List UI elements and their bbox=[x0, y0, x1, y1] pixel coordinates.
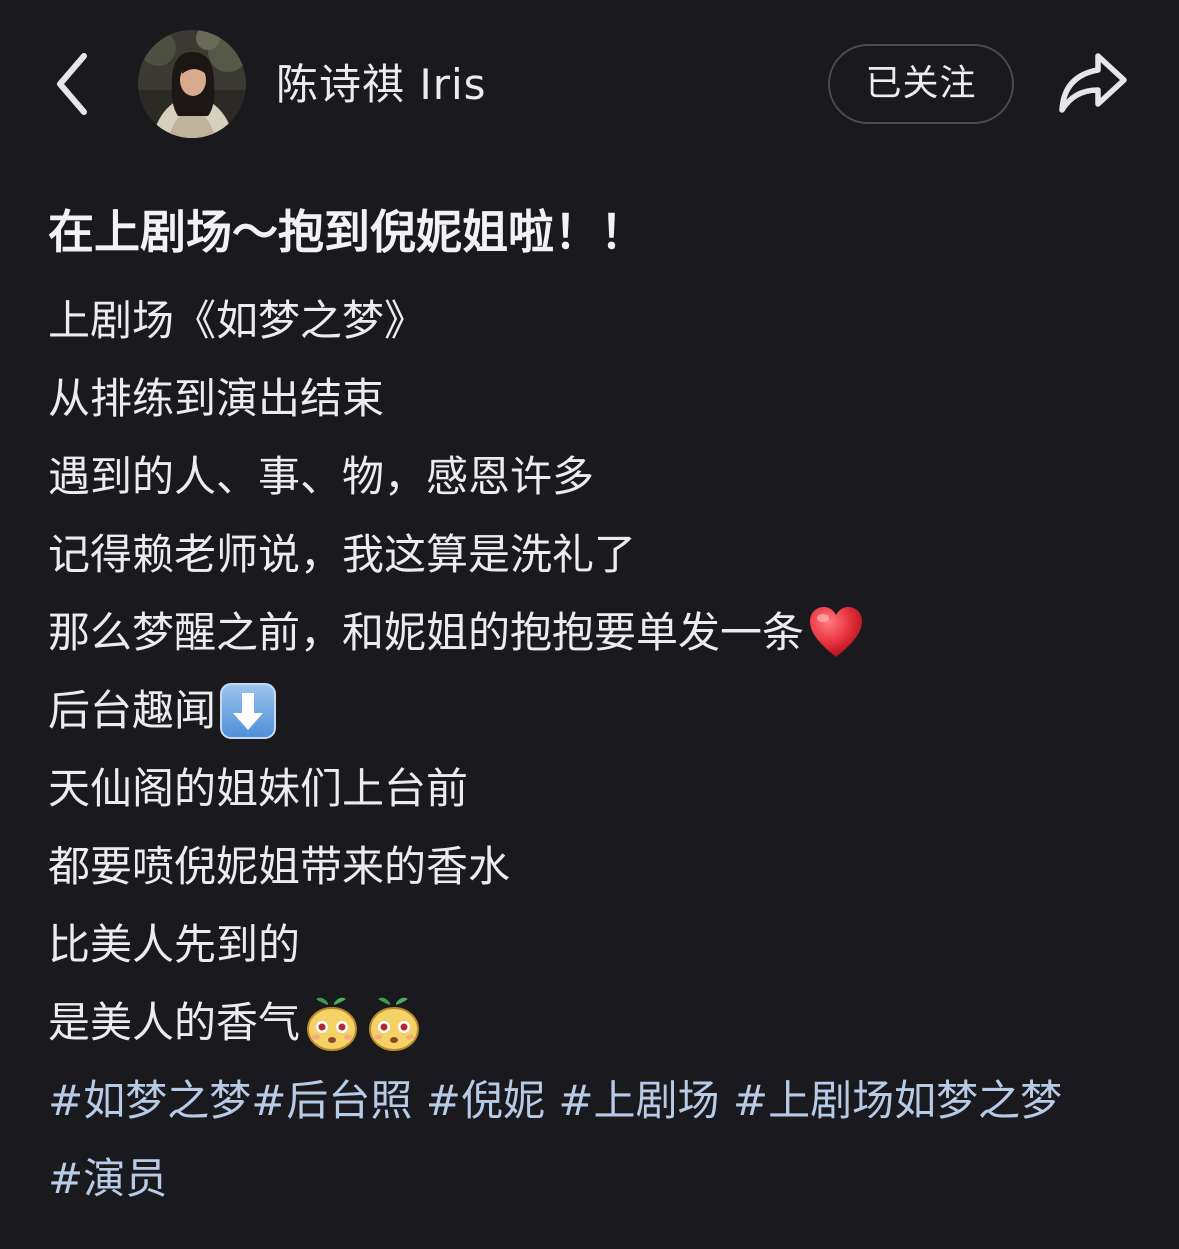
post-line: 天仙阁的姐妹们上台前 bbox=[48, 764, 469, 813]
post-title: 在上剧场～抱到倪妮姐啦！！ bbox=[48, 205, 646, 259]
red-heart-emoji bbox=[806, 603, 866, 663]
post-line: 那么梦醒之前，和妮姐的抱抱要单发一条 bbox=[48, 594, 1138, 672]
share-arrow-icon bbox=[1059, 53, 1127, 113]
post-line: 上剧场《如梦之梦》 bbox=[48, 296, 427, 345]
avatar[interactable] bbox=[138, 30, 246, 138]
post-line: 后台趣闻 bbox=[48, 672, 1138, 750]
post-line: 从排练到演出结束 bbox=[48, 374, 385, 423]
post-line: 记得赖老师说，我这算是洗礼了 bbox=[48, 530, 637, 579]
post-line: 是美人的香气 bbox=[48, 984, 1138, 1062]
post-line: 都要喷倪妮姐带来的香水 bbox=[48, 842, 511, 891]
follow-button[interactable]: 已关注 bbox=[828, 44, 1014, 124]
hashtag-link[interactable]: #上剧场如梦之梦 bbox=[733, 1076, 1062, 1125]
chevron-left-icon bbox=[57, 53, 87, 115]
hashtag-link[interactable]: #演员 bbox=[48, 1154, 167, 1203]
post-body: 在上剧场～抱到倪妮姐啦！！ 上剧场《如梦之梦》 从排练到演出结束 遇到的人、事、… bbox=[48, 196, 1138, 1218]
username[interactable]: 陈诗祺 Iris bbox=[276, 56, 487, 114]
sprout-face-emoji bbox=[364, 993, 424, 1053]
hashtag-link[interactable]: #后台照 bbox=[251, 1076, 412, 1125]
hashtag-link[interactable]: #倪妮 bbox=[426, 1076, 545, 1125]
back-button[interactable] bbox=[44, 44, 104, 124]
post-line: 遇到的人、事、物，感恩许多 bbox=[48, 452, 595, 501]
hashtag-link[interactable]: #上剧场 bbox=[558, 1076, 719, 1125]
sprout-face-emoji bbox=[302, 993, 362, 1053]
hashtag-link[interactable]: #如梦之梦 bbox=[48, 1076, 251, 1125]
down-arrow-emoji bbox=[218, 681, 278, 741]
post-line: 比美人先到的 bbox=[48, 920, 301, 969]
share-button[interactable] bbox=[1054, 48, 1130, 118]
post-header: 陈诗祺 Iris 已关注 bbox=[0, 0, 1179, 170]
hashtag-list: #如梦之梦#后台照 #倪妮 #上剧场 #上剧场如梦之梦 #演员 bbox=[48, 1062, 1108, 1218]
